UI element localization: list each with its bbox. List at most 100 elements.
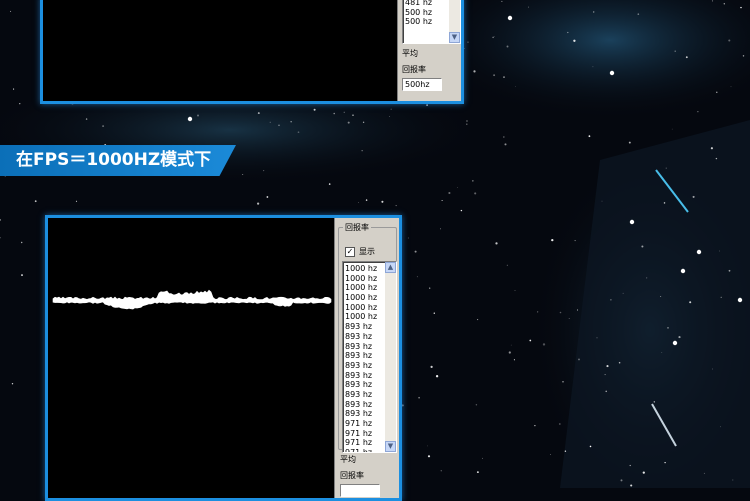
star [506, 45, 509, 48]
star [313, 108, 316, 111]
show-checkbox[interactable]: ✓ [345, 246, 355, 257]
rate-list-item[interactable]: 893 hz [345, 351, 384, 361]
rate-list-item[interactable]: 971 hz [345, 448, 384, 452]
show-toggle[interactable]: ✓ 显示 [345, 246, 375, 257]
star [257, 112, 260, 115]
rate-listbox-top[interactable]: 481 hz 500 hz 500 hz ▼ [402, 0, 461, 44]
side-panel-bottom: 回报率 ✓ 显示 1000 hz 1000 hz 1000 hz 1000 hz 100… [334, 218, 399, 498]
star [475, 404, 478, 406]
star [477, 319, 479, 321]
listbox-scrollbar-top[interactable]: ▼ [449, 0, 460, 43]
star [678, 336, 681, 339]
star [269, 121, 271, 123]
star [720, 426, 722, 428]
rate-list-item[interactable]: 1000 hz [345, 283, 384, 293]
rate-list-item[interactable]: 481 hz [405, 0, 448, 8]
star [440, 228, 442, 230]
rate-list-item[interactable]: 1000 hz [345, 274, 384, 284]
rate-listbox-bottom[interactable]: 1000 hz 1000 hz 1000 hz 1000 hz 1000 hz 1000 … [342, 261, 397, 453]
star [102, 125, 105, 128]
star [720, 296, 722, 298]
star [365, 199, 368, 201]
rate-list-item[interactable]: 1000 hz [345, 312, 384, 322]
rate-list-item[interactable]: 971 hz [345, 438, 384, 448]
star [661, 351, 663, 353]
bright-star [680, 268, 686, 274]
star [503, 76, 505, 78]
star [75, 200, 78, 202]
star [558, 423, 561, 425]
rate-list-item[interactable]: 893 hz [345, 361, 384, 371]
star [426, 104, 428, 106]
star [476, 471, 479, 474]
star [427, 455, 431, 458]
bright-star [187, 116, 193, 122]
star [11, 383, 14, 385]
rate-list-item[interactable]: 1000 hz [345, 303, 384, 313]
star [646, 277, 648, 279]
star [358, 202, 359, 203]
scroll-down-icon[interactable]: ▼ [385, 441, 396, 452]
rate-list-item[interactable]: 971 hz [345, 419, 384, 429]
star [697, 111, 699, 113]
star [257, 202, 260, 205]
star [630, 484, 633, 487]
star [21, 274, 23, 277]
scroll-down-icon[interactable]: ▼ [449, 32, 460, 43]
star [278, 124, 280, 127]
star [574, 240, 576, 242]
star [472, 180, 474, 182]
rate-value-field-bottom[interactable] [340, 484, 380, 497]
star [508, 351, 511, 354]
rate-list-item[interactable]: 893 hz [345, 409, 384, 419]
star [559, 311, 562, 314]
star [506, 264, 508, 266]
rate-list-item[interactable]: 893 hz [345, 400, 384, 410]
star [629, 464, 631, 467]
rate-list-item[interactable]: 1000 hz [345, 293, 384, 303]
star [628, 141, 631, 144]
star [352, 114, 354, 117]
star [504, 143, 507, 146]
rate-list-item[interactable]: 893 hz [345, 371, 384, 381]
side-panel-top: 481 hz 500 hz 500 hz ▼ 平均 回报率 500hz [397, 0, 461, 101]
rate-list-item[interactable]: 893 hz [345, 332, 384, 342]
rate-list-item[interactable]: 893 hz [345, 342, 384, 352]
star [689, 301, 692, 304]
star [567, 31, 569, 34]
star [716, 91, 718, 93]
star [466, 123, 468, 125]
star [711, 0, 714, 2]
star [390, 108, 392, 110]
star [740, 6, 742, 9]
star [685, 56, 688, 59]
star [637, 13, 640, 15]
star [290, 121, 292, 123]
star [534, 424, 536, 427]
rate-list-item[interactable]: 1000 hz [345, 264, 384, 274]
star [464, 48, 466, 49]
scroll-up-icon[interactable]: ▲ [385, 262, 396, 273]
rate-list-item[interactable]: 893 hz [345, 380, 384, 390]
report-rate-waveform [52, 289, 332, 310]
star [723, 3, 725, 5]
star [653, 401, 655, 403]
rate-list-item[interactable]: 500 hz [405, 8, 448, 18]
star [418, 396, 420, 399]
star [441, 199, 443, 202]
rate-value-field-top[interactable]: 500hz [402, 78, 442, 91]
rate-list-item[interactable]: 893 hz [345, 322, 384, 332]
listbox-scrollbar-bottom[interactable]: ▲ ▼ [385, 262, 396, 452]
star [389, 116, 391, 117]
star [728, 39, 731, 42]
star [719, 250, 720, 252]
star [730, 86, 732, 88]
star [515, 85, 516, 87]
star [618, 361, 621, 364]
rate-list-item[interactable]: 893 hz [345, 390, 384, 400]
rate-list-item[interactable]: 500 hz [405, 17, 448, 27]
star [514, 289, 516, 291]
show-label: 显示 [359, 247, 375, 256]
rate-list-item[interactable]: 971 hz [345, 429, 384, 439]
mode-heading-banner: 在FPS＝1000HZ模式下 [0, 145, 236, 176]
